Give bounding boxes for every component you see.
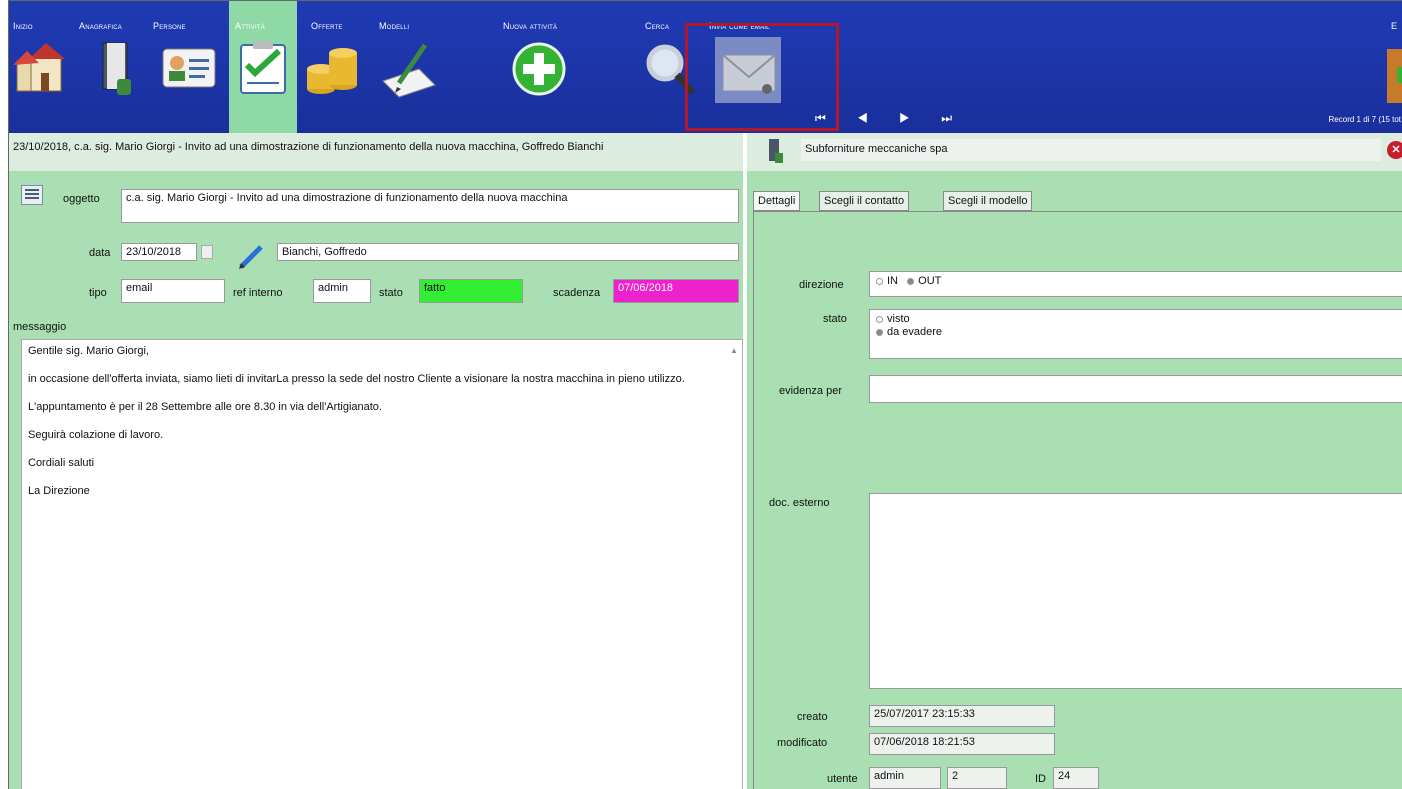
record-navigation[interactable]: ⏮ ◀ ▶ ⏭ [815, 111, 966, 126]
tab-scegli-modello[interactable]: Scegli il modello [943, 191, 1033, 211]
app-window: Inizio Anagrafica Persone Attività Offer… [8, 0, 1402, 789]
message-line: in occasione dell'offerta inviata, siamo… [28, 373, 685, 385]
utente-field: admin [869, 767, 941, 789]
tab-scegli-contatto[interactable]: Scegli il contatto [819, 191, 910, 211]
data-label: data [89, 247, 111, 259]
doc-esterno-field[interactable] [869, 493, 1402, 689]
messaggio-label: messaggio [13, 321, 67, 333]
stato-radio-field[interactable]: visto da evadere [869, 309, 1402, 359]
message-line: L'appuntamento è per il 28 Settembre all… [28, 401, 382, 413]
tab-dettagli[interactable]: Dettagli [753, 191, 801, 211]
toolbar-inizio[interactable]: Inizio [9, 1, 71, 133]
ref-interno-label: ref interno [233, 287, 283, 299]
assignee-field[interactable]: Bianchi, Goffredo [277, 243, 739, 261]
company-name: Subforniture meccaniche spa [801, 139, 1381, 161]
address-book-icon [769, 139, 783, 163]
message-line: Cordiali saluti [28, 457, 95, 469]
message-textarea[interactable]: ▲ Gentile sig. Mario Giorgi, in occasion… [21, 339, 743, 789]
doc-esterno-label: doc. esterno [769, 497, 830, 509]
utente-number-field: 2 [947, 767, 1007, 789]
radio-in[interactable] [876, 277, 883, 285]
data-field[interactable]: 23/10/2018 [121, 243, 197, 261]
direzione-field[interactable]: IN OUT [869, 271, 1402, 297]
toolbar-offerte[interactable]: Offerte [297, 1, 377, 133]
tipo-label: tipo [89, 287, 107, 299]
main-toolbar: Inizio Anagrafica Persone Attività Offer… [9, 1, 1402, 133]
toolbar-label: Modelli [379, 21, 410, 31]
toolbar-attivita[interactable]: Attività [229, 1, 297, 133]
modificato-label: modificato [777, 737, 828, 749]
contact-card-icon [162, 48, 216, 88]
message-line: Gentile sig. Mario Giorgi, [28, 345, 150, 357]
toolbar-cerca[interactable]: Cerca [607, 1, 696, 133]
pen-paper-icon [382, 43, 436, 98]
toolbar-nuova-attivita[interactable]: Nuova attività [457, 1, 607, 133]
toolbar-persone[interactable]: Persone [149, 1, 229, 133]
ref-interno-field[interactable]: admin [313, 279, 371, 303]
toolbar-label: Offerte [311, 21, 343, 31]
document-icon[interactable] [21, 185, 43, 205]
direzione-in-label: IN [887, 275, 898, 287]
exit-door-icon[interactable] [1381, 45, 1402, 105]
oggetto-field[interactable]: c.a. sig. Mario Giorgi - Invito ad una d… [121, 189, 739, 223]
calendar-icon[interactable] [201, 245, 213, 259]
activity-detail-panel: 23/10/2018, c.a. sig. Mario Giorgi - Inv… [9, 133, 743, 789]
coins-icon [307, 48, 357, 94]
id-field: 24 [1053, 767, 1099, 789]
scroll-up-icon[interactable]: ▲ [730, 344, 740, 355]
radio-da-evadere[interactable] [876, 328, 883, 336]
company-header: Subforniture meccaniche spa ✕ [747, 133, 1402, 171]
toolbar-label: Attività [235, 21, 265, 31]
checklist-icon [240, 41, 286, 94]
address-book-icon [102, 42, 131, 95]
evidenza-label: evidenza per [779, 385, 842, 397]
modificato-field: 07/06/2018 18:21:53 [869, 733, 1055, 755]
message-line: Seguirà colazione di lavoro. [28, 429, 164, 441]
direzione-label: direzione [799, 279, 844, 291]
utente-label: utente [827, 773, 858, 785]
direzione-out-label: OUT [918, 275, 942, 287]
toolbar-modelli[interactable]: Modelli [377, 1, 457, 133]
toolbar-label: Cerca [645, 21, 670, 31]
toolbar-label: Anagrafica [79, 21, 123, 31]
oggetto-label: oggetto [63, 193, 100, 205]
plus-icon [512, 42, 566, 96]
stato-field[interactable]: fatto [419, 279, 523, 303]
company-detail-panel: Subforniture meccaniche spa ✕ Dettagli S… [747, 133, 1402, 789]
creato-field: 25/07/2017 23:15:33 [869, 705, 1055, 727]
tipo-field[interactable]: email [121, 279, 225, 303]
evidenza-field[interactable] [869, 375, 1402, 403]
exit-label: E [1391, 21, 1398, 31]
record-count: Record 1 di 7 (15 tot [1328, 115, 1401, 124]
radio-visto[interactable] [876, 315, 883, 323]
message-line: La Direzione [28, 485, 90, 497]
pencil-icon[interactable] [237, 241, 267, 271]
stato-visto-label: visto [887, 313, 910, 325]
stato-evadere-label: da evadere [887, 326, 943, 338]
close-icon[interactable]: ✕ [1387, 141, 1402, 159]
stato-label: stato [379, 287, 403, 299]
toolbar-label: Inizio [13, 21, 33, 31]
toolbar-label: Persone [153, 21, 186, 31]
id-label: ID [1035, 773, 1046, 785]
scadenza-label: scadenza [553, 287, 601, 299]
toolbar-anagrafica[interactable]: Anagrafica [71, 1, 149, 133]
activity-header-title: 23/10/2018, c.a. sig. Mario Giorgi - Inv… [9, 133, 743, 171]
stato-label: stato [823, 313, 847, 325]
radio-out[interactable] [907, 277, 915, 285]
scadenza-field[interactable]: 07/06/2018 [613, 279, 739, 303]
toolbar-label: Nuova attività [503, 21, 558, 31]
home-icon [13, 43, 65, 92]
creato-label: creato [797, 711, 828, 723]
